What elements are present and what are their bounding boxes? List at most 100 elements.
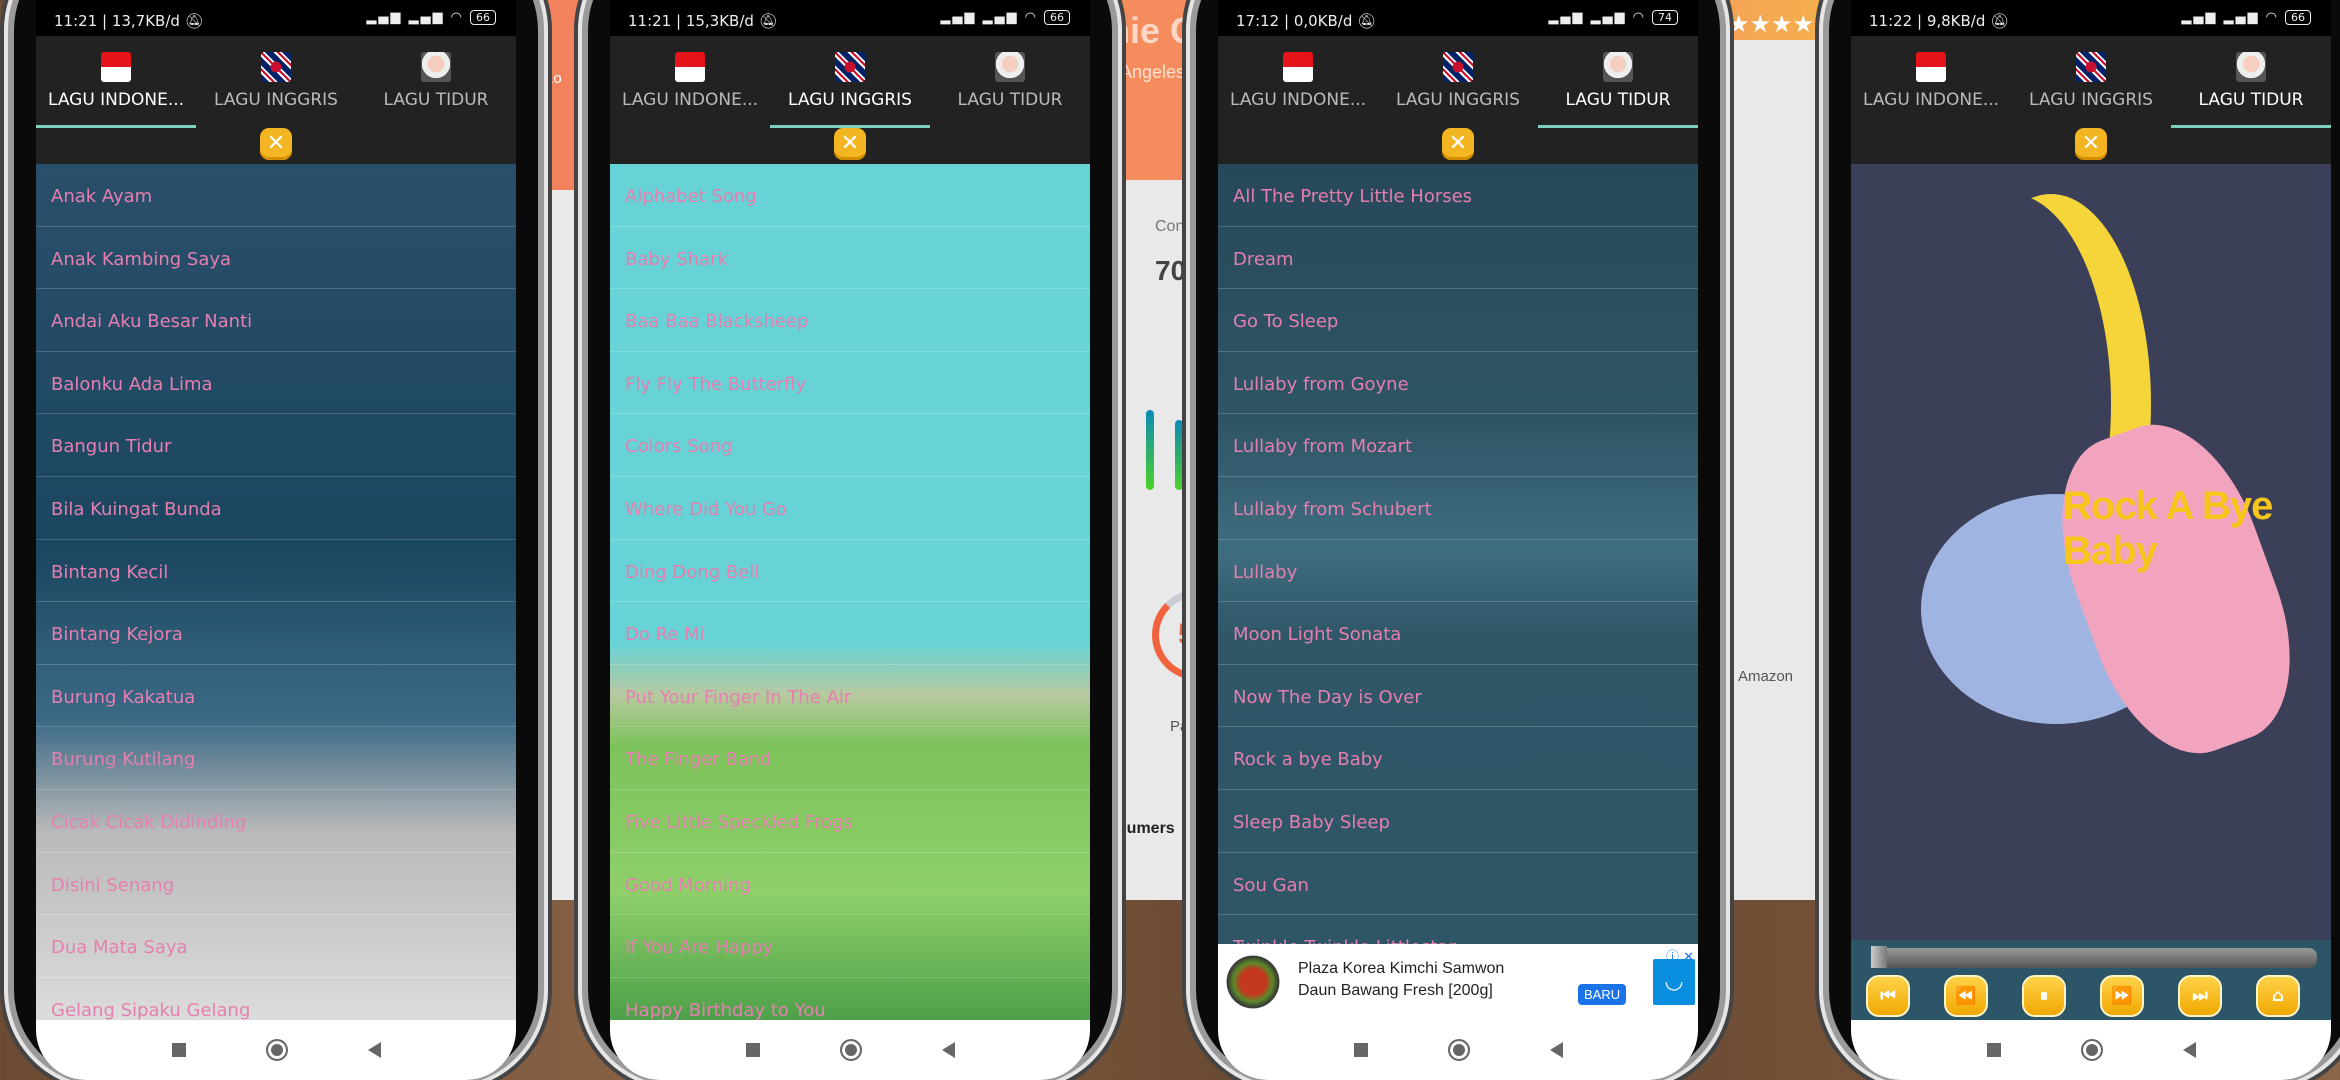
- content-area: All The Pretty Little Horses Dream Go To S…: [1218, 164, 1698, 1020]
- seek-bar[interactable]: [1879, 948, 2317, 968]
- tab-indonesia-flag[interactable]: LAGU INDONE...: [1851, 36, 2011, 164]
- status-icons: ▂▄▆ ▂▄▆ ◠ 74: [1548, 10, 1678, 25]
- background-fragment: ea: [1112, 845, 1125, 857]
- song-list-item[interactable]: Bangun Tidur: [36, 414, 516, 477]
- close-button[interactable]: ✕: [834, 128, 866, 160]
- song-list-item[interactable]: Lullaby from Goyne: [1218, 352, 1698, 415]
- song-list-item[interactable]: Lullaby: [1218, 540, 1698, 603]
- song-list-item[interactable]: Go To Sleep: [1218, 289, 1698, 352]
- tab-indonesia-flag[interactable]: LAGU INDONE...: [36, 36, 196, 164]
- recent-apps-button[interactable]: [171, 1043, 186, 1057]
- song-list-item[interactable]: Do Re Mi: [610, 602, 1090, 665]
- song-list-item[interactable]: Good Morning: [610, 853, 1090, 916]
- song-list-item[interactable]: Alphabet Song: [610, 164, 1090, 227]
- home-button[interactable]: [1447, 1039, 1470, 1061]
- song-list-item[interactable]: Fly Fly The Butterfly: [610, 352, 1090, 415]
- song-list-item[interactable]: Disini Senang: [36, 853, 516, 916]
- song-list-item[interactable]: Happy Birthday to You: [610, 978, 1090, 1020]
- ad-text[interactable]: Plaza Korea Kimchi Samwon Daun Bawang Fr…: [1298, 958, 1538, 1002]
- tab-indonesia-flag[interactable]: LAGU INDONE...: [1218, 36, 1378, 164]
- tab-sleeping-baby[interactable]: LAGU TIDUR: [930, 36, 1090, 164]
- back-button[interactable]: [941, 1042, 955, 1058]
- song-list-item[interactable]: The Finger Band: [610, 727, 1090, 790]
- back-button[interactable]: [367, 1042, 381, 1058]
- tab-sleeping-baby[interactable]: LAGU TIDUR: [1538, 36, 1698, 164]
- pause-button[interactable]: ⏸: [2022, 975, 2066, 1017]
- seek-thumb[interactable]: [1871, 946, 1887, 968]
- background-fragment: 5: [1178, 618, 1195, 651]
- song-list-item[interactable]: Baa Baa Blacksheep: [610, 289, 1090, 352]
- home-button[interactable]: ⌂: [2256, 975, 2300, 1017]
- rewind-button[interactable]: ⏪: [1944, 975, 1988, 1017]
- song-list-item[interactable]: All The Pretty Little Horses: [1218, 164, 1698, 227]
- navigation-bar: [1218, 1020, 1698, 1080]
- recent-apps-button[interactable]: [745, 1043, 760, 1057]
- song-list-item[interactable]: Now The Day is Over: [1218, 665, 1698, 728]
- song-list-item[interactable]: If You Are Happy: [610, 915, 1090, 978]
- tab-label: LAGU INDONE...: [1862, 90, 2000, 110]
- song-list-item[interactable]: Bila Kuingat Bunda: [36, 477, 516, 540]
- back-button[interactable]: [1549, 1042, 1563, 1058]
- uk-flag-icon: [835, 52, 865, 82]
- song-list-item[interactable]: Gelang Sipaku Gelang: [36, 978, 516, 1020]
- signal-icon: ▂▄▆ ▂▄▆: [1548, 10, 1633, 25]
- song-list-item[interactable]: Rock a bye Baby: [1218, 727, 1698, 790]
- song-list-item[interactable]: Burung Kakatua: [36, 665, 516, 728]
- previous-track-button[interactable]: ⏮: [1866, 975, 1910, 1017]
- tab-label: LAGU INDONE...: [47, 90, 185, 110]
- song-list-item[interactable]: Five Little Speckled Frogs: [610, 790, 1090, 853]
- status-icons: ▂▄▆ ▂▄▆ ◠ 66: [940, 10, 1070, 25]
- tab-label: LAGU INGGRIS: [1396, 90, 1520, 110]
- home-button[interactable]: [265, 1039, 288, 1061]
- recent-apps-button[interactable]: [1986, 1043, 2001, 1057]
- song-list-item[interactable]: Sou Gan: [1218, 853, 1698, 916]
- song-list-item[interactable]: Burung Kutilang: [36, 727, 516, 790]
- sleeping-baby-icon: [2236, 52, 2266, 82]
- tab-label: LAGU INGGRIS: [2029, 90, 2153, 110]
- home-button[interactable]: [2080, 1039, 2103, 1061]
- ad-product-image[interactable]: [1220, 954, 1286, 1010]
- song-list-item[interactable]: Bintang Kejora: [36, 602, 516, 665]
- song-list-item[interactable]: Anak Ayam: [36, 164, 516, 227]
- uk-flag-icon: [2076, 52, 2106, 82]
- sleeping-baby-icon: [995, 52, 1025, 82]
- close-button[interactable]: ✕: [1442, 128, 1474, 160]
- home-button[interactable]: [839, 1039, 862, 1061]
- song-list-item[interactable]: Anak Kambing Saya: [36, 227, 516, 290]
- pause-icon: ⏸: [2039, 986, 2049, 1006]
- wifi-icon: ◠: [1024, 10, 1038, 25]
- close-button[interactable]: ✕: [260, 128, 292, 160]
- phone-screen: 11:22 | 9,8KB/d 🔕︎ ▂▄▆ ▂▄▆ ◠ 66 LAGU INDONE…: [1851, 0, 2331, 1080]
- song-list-item[interactable]: Balonku Ada Lima: [36, 352, 516, 415]
- tab-sleeping-baby[interactable]: LAGU TIDUR: [2171, 36, 2331, 164]
- tab-indonesia-flag[interactable]: LAGU INDONE...: [610, 36, 770, 164]
- song-list-item[interactable]: Ding Dong Bell: [610, 540, 1090, 603]
- song-list-item[interactable]: Moon Light Sonata: [1218, 602, 1698, 665]
- status-bar: 17:12 | 0,0KB/d 🔕︎ ▂▄▆ ▂▄▆ ◠ 74: [1218, 0, 1698, 36]
- ad-info-close-icon[interactable]: ⓘ ✕: [1666, 946, 1694, 965]
- background-fragment: Pa: [1170, 718, 1189, 735]
- song-list-item[interactable]: Dream: [1218, 227, 1698, 290]
- song-list-item[interactable]: Bintang Kecil: [36, 540, 516, 603]
- back-button[interactable]: [2182, 1042, 2196, 1058]
- recent-apps-button[interactable]: [1353, 1043, 1368, 1057]
- song-list-item[interactable]: Baby Shark: [610, 227, 1090, 290]
- song-list-item[interactable]: Cicak Cicak Didinding: [36, 790, 516, 853]
- song-list-item[interactable]: Colors Song: [610, 414, 1090, 477]
- mute-icon: 🔕︎: [758, 12, 778, 30]
- tab-sleeping-baby[interactable]: LAGU TIDUR: [356, 36, 516, 164]
- close-button[interactable]: ✕: [2075, 128, 2107, 160]
- song-list-item[interactable]: Lullaby from Mozart: [1218, 414, 1698, 477]
- fast-forward-button[interactable]: ⏩: [2100, 975, 2144, 1017]
- song-list-item[interactable]: Sleep Baby Sleep: [1218, 790, 1698, 853]
- song-list-item[interactable]: Lullaby from Schubert: [1218, 477, 1698, 540]
- shopping-bag-icon[interactable]: ◡: [1653, 959, 1695, 1005]
- song-list-item[interactable]: Put Your Finger In The Air: [610, 665, 1090, 728]
- tab-label: LAGU TIDUR: [957, 90, 1063, 110]
- song-list-item[interactable]: Dua Mata Saya: [36, 915, 516, 978]
- ad-banner[interactable]: Plaza Korea Kimchi Samwon Daun Bawang Fr…: [1218, 944, 1698, 1020]
- next-track-button[interactable]: ⏭: [2178, 975, 2222, 1017]
- indonesia-flag-icon: [101, 52, 131, 82]
- song-list-item[interactable]: Andai Aku Besar Nanti: [36, 289, 516, 352]
- song-list-item[interactable]: Where Did You Go: [610, 477, 1090, 540]
